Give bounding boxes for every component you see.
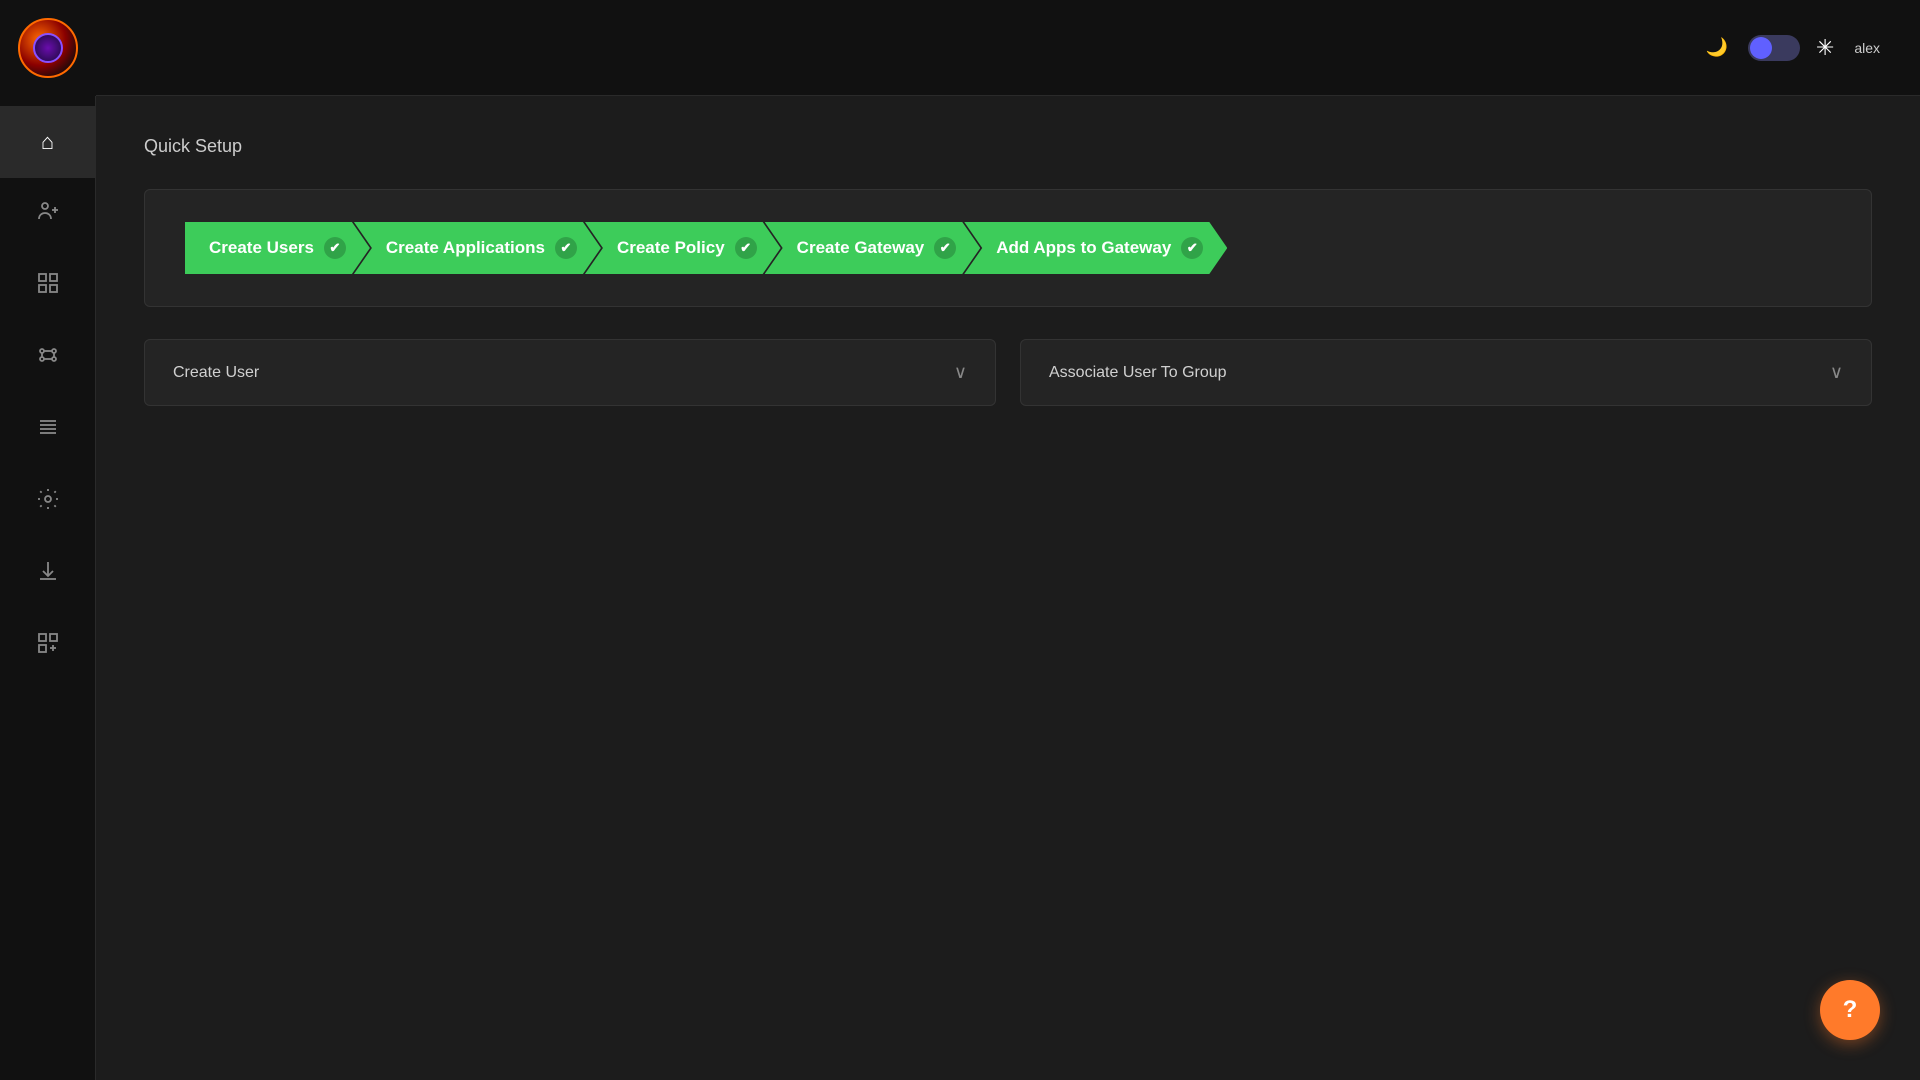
sidebar-item-download[interactable] (0, 538, 96, 610)
accordion-title-create-user: Create User (173, 364, 259, 382)
step-create-users-label: Create Users (209, 238, 314, 258)
chevron-down-icon-associate-user: ∨ (1830, 362, 1843, 383)
step-create-policy-label: Create Policy (617, 238, 725, 258)
topbar: 🌙 ✳ alex (96, 0, 1920, 96)
sidebar-nav: ⌂ (0, 96, 95, 1080)
step-add-apps-label: Add Apps to Gateway (996, 238, 1171, 258)
toggle-knob (1750, 37, 1772, 59)
sidebar: ⌂ (0, 0, 96, 1080)
steps-container: Create Users ✔ Create Applications ✔ Cre… (144, 189, 1872, 307)
page-title: Quick Setup (144, 136, 1872, 157)
content-area: Quick Setup Create Users ✔ Create Applic… (96, 96, 1920, 1080)
step-add-apps-check: ✔ (1181, 237, 1203, 259)
settings-icon (36, 487, 60, 517)
logo-icon (18, 18, 78, 78)
accordion-title-associate-user: Associate User To Group (1049, 364, 1227, 382)
logo-inner-circle (33, 33, 63, 63)
accordion-header-associate-user[interactable]: Associate User To Group ∨ (1021, 340, 1871, 405)
main-area: 🌙 ✳ alex Quick Setup Create Users ✔ Crea… (96, 0, 1920, 1080)
step-create-applications[interactable]: Create Applications ✔ (354, 222, 601, 274)
step-create-gateway[interactable]: Create Gateway ✔ (765, 222, 981, 274)
grid-icon (36, 271, 60, 301)
step-create-applications-label: Create Applications (386, 238, 545, 258)
download-icon (36, 559, 60, 589)
user-label: alex (1854, 40, 1880, 56)
sidebar-item-add-grid[interactable] (0, 610, 96, 682)
theme-toggle[interactable] (1748, 35, 1800, 61)
list-icon (36, 415, 60, 445)
connections-icon (36, 343, 60, 373)
accordion-panel-associate-user: Associate User To Group ∨ (1020, 339, 1872, 406)
sidebar-item-grid[interactable] (0, 250, 96, 322)
sidebar-item-home[interactable]: ⌂ (0, 106, 96, 178)
step-create-policy-check: ✔ (735, 237, 757, 259)
sidebar-item-connections[interactable] (0, 322, 96, 394)
step-create-gateway-check: ✔ (934, 237, 956, 259)
sidebar-logo (0, 0, 96, 96)
sidebar-item-list[interactable] (0, 394, 96, 466)
users-icon (36, 199, 60, 229)
add-grid-icon (36, 631, 60, 661)
sidebar-item-users[interactable] (0, 178, 96, 250)
snowflake-icon: ✳ (1816, 35, 1834, 61)
step-create-users[interactable]: Create Users ✔ (185, 222, 370, 274)
step-create-policy[interactable]: Create Policy ✔ (585, 222, 781, 274)
sidebar-item-settings[interactable] (0, 466, 96, 538)
accordion-header-create-user[interactable]: Create User ∨ (145, 340, 995, 405)
step-create-gateway-label: Create Gateway (797, 238, 925, 258)
home-icon: ⌂ (41, 129, 54, 155)
accordion-row: Create User ∨ Associate User To Group ∨ (144, 339, 1872, 406)
step-add-apps-to-gateway[interactable]: Add Apps to Gateway ✔ (964, 222, 1227, 274)
chevron-down-icon-create-user: ∨ (954, 362, 967, 383)
moon-icon: 🌙 (1705, 37, 1727, 58)
step-create-applications-check: ✔ (555, 237, 577, 259)
step-create-users-check: ✔ (324, 237, 346, 259)
accordion-panel-create-user: Create User ∨ (144, 339, 996, 406)
help-button[interactable]: ? (1820, 980, 1880, 1040)
